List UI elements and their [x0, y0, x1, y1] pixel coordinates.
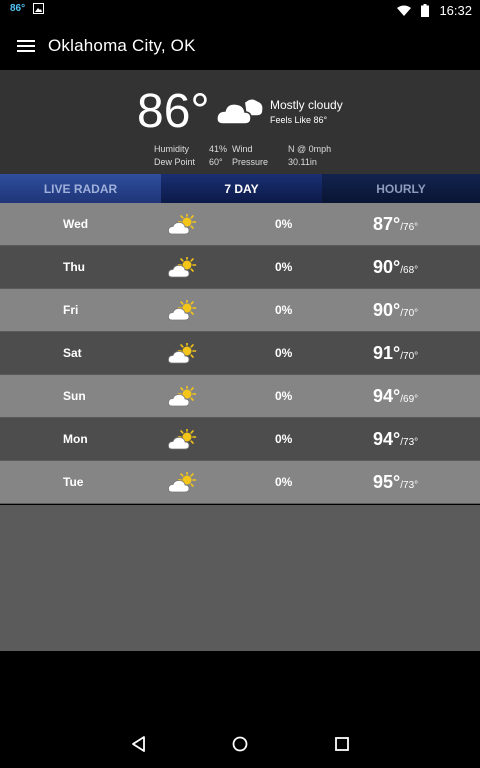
current-conditions: 86° Mostly cloudy Feels Like 86° Humidit…: [0, 70, 480, 174]
forecast-high: 94°/73°: [373, 429, 418, 450]
forecast-high: 87°/76°: [373, 214, 418, 235]
forecast-precip: 0%: [275, 475, 293, 489]
pressure-label: Pressure: [232, 157, 269, 167]
forecast-row[interactable]: Sun 0% 94°/69°: [0, 375, 480, 418]
forecast-low: /73°: [400, 437, 419, 448]
dew-point-value: 60°: [209, 157, 223, 167]
forecast-precip: 0%: [275, 303, 293, 317]
forecast-precip: 0%: [275, 260, 293, 274]
location-title[interactable]: Oklahoma City, OK: [48, 36, 196, 56]
forecast-row[interactable]: Tue 0% 95°/73°: [0, 461, 480, 504]
forecast-row[interactable]: Thu 0% 90°/68°: [0, 246, 480, 289]
status-time: 16:32: [439, 3, 472, 18]
forecast-row[interactable]: Mon 0% 94°/73°: [0, 418, 480, 461]
forecast-high-value: 91°: [373, 343, 401, 363]
home-button[interactable]: [230, 734, 250, 754]
forecast-high-value: 90°: [373, 257, 401, 277]
recents-square-icon: [335, 737, 349, 751]
status-right: 16:32: [397, 3, 472, 18]
tab-7-day[interactable]: 7 DAY: [161, 174, 322, 203]
current-temperature: 86°: [137, 85, 210, 138]
forecast-day: Wed: [63, 217, 89, 231]
home-circle-icon: [232, 736, 248, 752]
forecast-high-value: 94°: [373, 386, 401, 406]
details-row-2: Dew Point 60° Pressure 30.11in: [154, 157, 344, 170]
forecast-day: Tue: [63, 475, 84, 489]
forecast-precip: 0%: [275, 346, 293, 360]
forecast-high: 90°/68°: [373, 257, 418, 278]
recents-button[interactable]: [332, 734, 352, 754]
dew-point-label: Dew Point: [154, 157, 196, 167]
partly-sunny-icon: [168, 214, 197, 235]
forecast-row[interactable]: Wed 0% 87°/76°: [0, 203, 480, 246]
status-temp: 86°: [10, 3, 26, 14]
forecast-low: /69°: [400, 394, 419, 405]
forecast-high: 94°/69°: [373, 386, 418, 407]
battery-icon: [421, 4, 430, 17]
tab-live-radar[interactable]: LIVE RADAR: [0, 174, 161, 203]
cloud-icon: [216, 98, 264, 125]
status-bar: 86° 16:32: [0, 0, 480, 22]
partly-sunny-icon: [168, 300, 197, 321]
forecast-row[interactable]: Sat 0% 91°/70°: [0, 332, 480, 375]
condition-text: Mostly cloudy: [270, 98, 343, 112]
partly-sunny-icon: [168, 429, 197, 450]
forecast-low: /70°: [400, 351, 419, 362]
forecast-high-value: 87°: [373, 214, 401, 234]
forecast-high: 90°/70°: [373, 300, 418, 321]
forecast-list: Wed 0% 87°/76° Thu 0% 90°/68° Fri 0% 90°…: [0, 203, 480, 504]
status-left: 86°: [10, 3, 45, 14]
forecast-day: Mon: [63, 432, 88, 446]
hamburger-menu-icon: [17, 40, 35, 52]
forecast-day: Fri: [63, 303, 79, 317]
forecast-high-value: 94°: [373, 429, 401, 449]
forecast-high-value: 95°: [373, 472, 401, 492]
back-triangle-icon: [132, 736, 145, 752]
forecast-low: /73°: [400, 480, 419, 491]
weather-details: Humidity 41% Wind N @ 0mph Dew Point 60°…: [154, 144, 344, 170]
partly-sunny-icon: [168, 257, 197, 278]
view-tabs: LIVE RADAR 7 DAY HOURLY: [0, 174, 480, 203]
partly-sunny-icon: [168, 472, 197, 493]
forecast-low: /70°: [400, 308, 419, 319]
forecast-day: Sat: [63, 346, 82, 360]
forecast-low: /68°: [400, 265, 419, 276]
forecast-high: 91°/70°: [373, 343, 418, 364]
forecast-row[interactable]: Fri 0% 90°/70°: [0, 289, 480, 332]
wind-value: N @ 0mph: [288, 144, 332, 154]
navigation-bar: [0, 700, 480, 768]
empty-content-area: [0, 505, 480, 651]
details-row-1: Humidity 41% Wind N @ 0mph: [154, 144, 344, 157]
partly-sunny-icon: [168, 386, 197, 407]
humidity-value: 41%: [209, 144, 228, 154]
app-bar: Oklahoma City, OK: [0, 22, 480, 70]
back-button[interactable]: [129, 734, 149, 754]
wifi-icon: [397, 5, 412, 16]
pressure-value: 30.11in: [288, 157, 317, 167]
forecast-precip: 0%: [275, 217, 293, 231]
image-icon: [33, 3, 45, 14]
forecast-precip: 0%: [275, 432, 293, 446]
forecast-high: 95°/73°: [373, 472, 418, 493]
forecast-low: /76°: [400, 222, 419, 233]
forecast-high-value: 90°: [373, 300, 401, 320]
forecast-day: Sun: [63, 389, 86, 403]
forecast-precip: 0%: [275, 389, 293, 403]
partly-sunny-icon: [168, 343, 197, 364]
feels-like-text: Feels Like 86°: [270, 115, 328, 125]
wind-label: Wind: [232, 144, 253, 154]
menu-button[interactable]: [16, 36, 36, 56]
tab-hourly[interactable]: HOURLY: [322, 174, 480, 203]
humidity-label: Humidity: [154, 144, 190, 154]
forecast-day: Thu: [63, 260, 85, 274]
